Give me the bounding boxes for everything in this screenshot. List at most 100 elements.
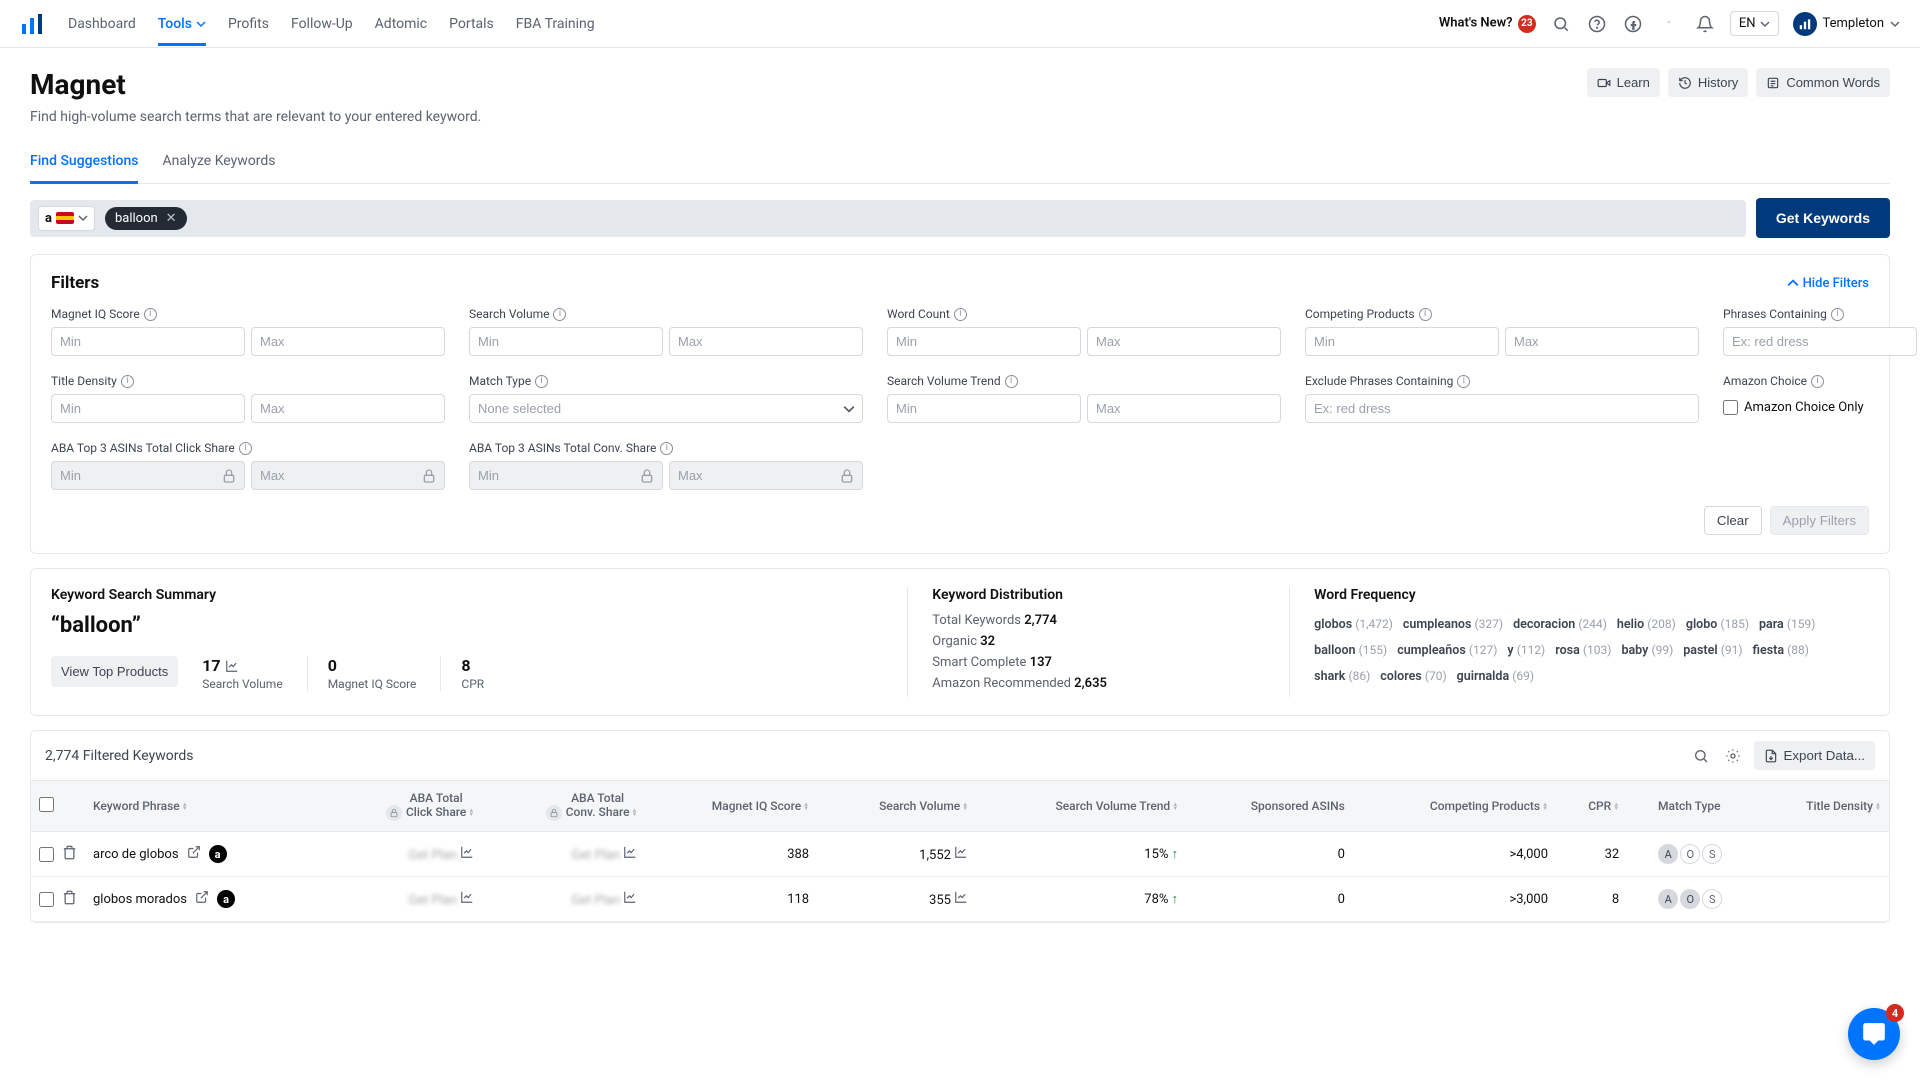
help-icon[interactable]	[1586, 13, 1608, 35]
trash-icon[interactable]	[62, 845, 77, 864]
nav-dashboard[interactable]: Dashboard	[68, 2, 136, 46]
view-top-products-button[interactable]: View Top Products	[51, 656, 178, 687]
svt-max-input[interactable]	[1087, 394, 1281, 423]
amazon-icon[interactable]: a	[217, 890, 235, 908]
row-checkbox[interactable]	[39, 847, 54, 862]
freq-word[interactable]: globos (1,472)	[1314, 613, 1393, 637]
bell-icon[interactable]	[1694, 13, 1716, 35]
nav-tools[interactable]: Tools	[158, 2, 206, 46]
chart-icon[interactable]	[623, 890, 637, 904]
freq-word[interactable]: shark (86)	[1314, 665, 1370, 689]
external-link-icon[interactable]	[195, 890, 209, 908]
info-icon[interactable]: i	[121, 375, 134, 388]
info-icon[interactable]: i	[1457, 375, 1470, 388]
info-icon[interactable]: i	[1005, 375, 1018, 388]
chart-icon[interactable]	[623, 845, 637, 859]
amazon-icon[interactable]: a	[209, 845, 227, 863]
chip-remove-icon[interactable]: ✕	[166, 211, 177, 226]
freq-word[interactable]: pastel (91)	[1683, 639, 1742, 663]
export-button[interactable]: Export Data...	[1754, 741, 1876, 770]
freq-word[interactable]: para (159)	[1759, 613, 1815, 637]
info-icon[interactable]: i	[1419, 308, 1432, 321]
info-icon[interactable]: i	[1811, 375, 1824, 388]
user-name: Templeton	[1823, 16, 1885, 31]
freq-word[interactable]: colores (70)	[1380, 665, 1446, 689]
nav-profits[interactable]: Profits	[228, 2, 269, 46]
wc-max-input[interactable]	[1087, 327, 1281, 356]
wc-min-input[interactable]	[887, 327, 1081, 356]
external-link-icon[interactable]	[187, 845, 201, 863]
clear-filters-button[interactable]: Clear	[1704, 506, 1762, 535]
info-icon[interactable]: i	[660, 442, 673, 455]
apply-filters-button[interactable]: Apply Filters	[1770, 506, 1869, 535]
cp-min-input[interactable]	[1305, 327, 1499, 356]
freq-word[interactable]: guirnalda (69)	[1457, 665, 1534, 689]
filters-title: Filters	[51, 273, 99, 293]
select-all-checkbox[interactable]	[39, 797, 54, 812]
freq-word[interactable]: fiesta (88)	[1753, 639, 1809, 663]
info-icon[interactable]: i	[954, 308, 967, 321]
chart-icon[interactable]	[954, 845, 968, 859]
get-keywords-button[interactable]: Get Keywords	[1756, 198, 1890, 238]
table-search-icon[interactable]	[1690, 745, 1712, 767]
freq-word[interactable]: rosa (103)	[1555, 639, 1611, 663]
common-words-button[interactable]: Common Words	[1756, 68, 1890, 97]
dist-row: Organic 32	[932, 634, 1265, 649]
table-settings-icon[interactable]	[1722, 745, 1744, 767]
nav-followup[interactable]: Follow-Up	[291, 2, 353, 46]
td-max-input[interactable]	[251, 394, 445, 423]
amazon-choice-checkbox[interactable]	[1723, 400, 1738, 415]
chat-bubble-button[interactable]: 4	[1848, 1008, 1900, 1060]
nav-adtomic[interactable]: Adtomic	[375, 2, 427, 46]
sv-min-input[interactable]	[469, 327, 663, 356]
td-min-input[interactable]	[51, 394, 245, 423]
tab-find-suggestions[interactable]: Find Suggestions	[30, 143, 138, 184]
info-icon[interactable]: i	[553, 308, 566, 321]
chart-icon[interactable]	[460, 890, 474, 904]
row-checkbox[interactable]	[39, 892, 54, 907]
freq-word[interactable]: baby (99)	[1621, 639, 1673, 663]
language-selector[interactable]: EN	[1730, 11, 1779, 36]
whats-new-link[interactable]: What's New? 23	[1439, 15, 1536, 33]
nav-fba[interactable]: FBA Training	[516, 2, 595, 46]
page-title: Magnet	[30, 68, 126, 101]
info-icon[interactable]: i	[535, 375, 548, 388]
history-button[interactable]: History	[1668, 68, 1748, 97]
chart-icon[interactable]	[225, 659, 239, 673]
freq-word[interactable]: cumpleanos (327)	[1403, 613, 1503, 637]
marketplace-selector[interactable]: a	[38, 206, 95, 231]
tab-analyze-keywords[interactable]: Analyze Keywords	[162, 143, 275, 183]
freq-word[interactable]: helio (208)	[1617, 613, 1676, 637]
freq-word[interactable]: decoracion (244)	[1513, 613, 1607, 637]
lock-icon	[386, 805, 402, 821]
exclude-input[interactable]	[1305, 394, 1699, 423]
nav-portals[interactable]: Portals	[449, 2, 494, 46]
info-icon[interactable]: i	[239, 442, 252, 455]
svt-min-input[interactable]	[887, 394, 1081, 423]
freq-word[interactable]: cumpleaños (127)	[1397, 639, 1497, 663]
info-icon[interactable]: i	[144, 308, 157, 321]
freq-word[interactable]: balloon (155)	[1314, 639, 1387, 663]
table-row: globos moradosa Get Plan Get Plan 118 35…	[31, 877, 1889, 922]
phrases-input[interactable]	[1723, 327, 1917, 356]
iq-min-input[interactable]	[51, 327, 245, 356]
app-logo[interactable]	[20, 12, 44, 36]
search-icon[interactable]	[1550, 13, 1572, 35]
user-menu[interactable]: Templeton	[1793, 12, 1901, 36]
freq-word[interactable]: globo (185)	[1686, 613, 1749, 637]
match-type-select[interactable]: None selected	[469, 394, 863, 423]
match-o-pill: O	[1680, 889, 1700, 909]
chart-icon[interactable]	[954, 890, 968, 904]
hide-filters-link[interactable]: Hide Filters	[1787, 276, 1869, 291]
learn-button[interactable]: Learn	[1587, 68, 1660, 97]
cp-max-input[interactable]	[1505, 327, 1699, 356]
iq-max-input[interactable]	[251, 327, 445, 356]
freq-word[interactable]: y (112)	[1507, 639, 1545, 663]
info-icon[interactable]: i	[1831, 308, 1844, 321]
top-nav: Dashboard Tools Profits Follow-Up Adtomi…	[0, 0, 1920, 48]
trash-icon[interactable]	[62, 890, 77, 909]
keyword-chip[interactable]: balloon✕	[105, 207, 187, 230]
chart-icon[interactable]	[460, 845, 474, 859]
facebook-icon[interactable]	[1622, 13, 1644, 35]
sv-max-input[interactable]	[669, 327, 863, 356]
